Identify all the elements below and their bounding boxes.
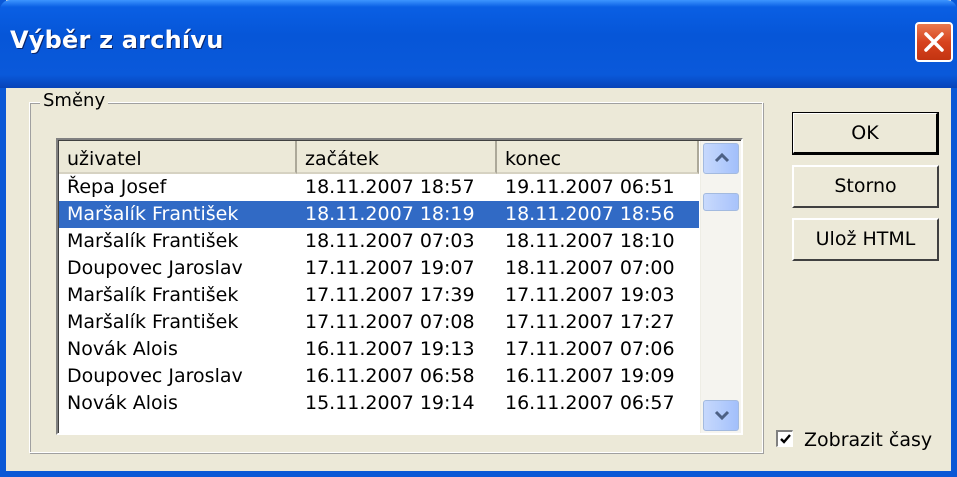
cell-end: 17.11.2007 17:27 bbox=[505, 311, 675, 333]
list-row[interactable]: Doupovec Jaroslav 16.11.2007 06:58 16.11.2… bbox=[59, 363, 699, 390]
close-icon bbox=[924, 32, 944, 52]
cell-end: 18.11.2007 07:00 bbox=[505, 257, 675, 279]
cell-start: 18.11.2007 07:03 bbox=[305, 230, 475, 252]
cell-user: Doupovec Jaroslav bbox=[67, 365, 243, 387]
cell-user: Novák Alois bbox=[67, 338, 178, 360]
cell-start: 17.11.2007 07:08 bbox=[305, 311, 475, 333]
cell-end: 16.11.2007 19:09 bbox=[505, 365, 675, 387]
cell-user: Maršalík František bbox=[67, 230, 239, 252]
list-row[interactable]: Maršalík František 18.11.2007 07:03 18.11.… bbox=[59, 228, 699, 255]
vertical-scrollbar[interactable] bbox=[700, 141, 741, 433]
column-header-end[interactable]: konec bbox=[497, 141, 699, 174]
list-header: uživatel začátek konec bbox=[59, 141, 699, 174]
scroll-up-button[interactable] bbox=[703, 143, 739, 174]
cell-user: Maršalík František bbox=[67, 203, 239, 225]
close-button[interactable] bbox=[915, 22, 953, 62]
chevron-down-icon bbox=[714, 410, 730, 421]
column-header-user[interactable]: uživatel bbox=[59, 141, 297, 174]
cell-end: 16.11.2007 06:57 bbox=[505, 392, 675, 414]
cell-user: Maršalík František bbox=[67, 311, 239, 333]
cell-end: 18.11.2007 18:10 bbox=[505, 230, 675, 252]
cell-start: 17.11.2007 17:39 bbox=[305, 284, 475, 306]
cell-end: 19.11.2007 06:51 bbox=[505, 176, 675, 198]
chevron-up-icon bbox=[714, 152, 730, 163]
cell-user: Řepa Josef bbox=[67, 176, 167, 198]
cell-start: 18.11.2007 18:19 bbox=[305, 203, 475, 225]
cancel-button[interactable]: Storno bbox=[792, 165, 939, 208]
cell-end: 17.11.2007 07:06 bbox=[505, 338, 675, 360]
cell-start: 15.11.2007 19:14 bbox=[305, 392, 475, 414]
cell-start: 18.11.2007 18:57 bbox=[305, 176, 475, 198]
list-row[interactable]: Maršalík František 18.11.2007 18:19 18.11.… bbox=[59, 201, 699, 228]
cell-start: 16.11.2007 19:13 bbox=[305, 338, 475, 360]
list-row[interactable]: Řepa Josef 18.11.2007 18:57 19.11.2007 06:… bbox=[59, 174, 699, 201]
show-times-checkbox[interactable] bbox=[776, 430, 793, 447]
scroll-down-button[interactable] bbox=[703, 400, 739, 431]
cell-end: 18.11.2007 18:56 bbox=[505, 203, 675, 225]
window-title: Výběr z archívu bbox=[10, 26, 224, 54]
cell-start: 16.11.2007 06:58 bbox=[305, 365, 475, 387]
cell-user: Doupovec Jaroslav bbox=[67, 257, 243, 279]
shifts-listview[interactable]: uživatel začátek konec Řepa Josef 18.11.2… bbox=[56, 138, 743, 435]
cell-end: 17.11.2007 19:03 bbox=[505, 284, 675, 306]
title-bar[interactable]: Výběr z archívu bbox=[0, 0, 957, 88]
list-row[interactable]: Novák Alois 15.11.2007 19:14 16.11.2007 06… bbox=[59, 390, 699, 417]
save-html-button[interactable]: Ulož HTML bbox=[792, 218, 939, 261]
list-row[interactable]: Novák Alois 16.11.2007 19:13 17.11.2007 07… bbox=[59, 336, 699, 363]
shifts-group-label: Směny bbox=[40, 90, 109, 111]
cell-user: Novák Alois bbox=[67, 392, 178, 414]
column-header-start[interactable]: začátek bbox=[297, 141, 497, 174]
cell-start: 17.11.2007 19:07 bbox=[305, 257, 475, 279]
cell-user: Maršalík František bbox=[67, 284, 239, 306]
list-row[interactable]: Maršalík František 17.11.2007 07:08 17.11.… bbox=[59, 309, 699, 336]
list-row[interactable]: Maršalík František 17.11.2007 17:39 17.11.… bbox=[59, 282, 699, 309]
checkmark-icon bbox=[780, 434, 791, 444]
ok-button[interactable]: OK bbox=[792, 112, 939, 155]
scroll-thumb[interactable] bbox=[703, 193, 739, 211]
list-row[interactable]: Doupovec Jaroslav 17.11.2007 19:07 18.11.2… bbox=[59, 255, 699, 282]
show-times-label: Zobrazit časy bbox=[804, 429, 933, 451]
